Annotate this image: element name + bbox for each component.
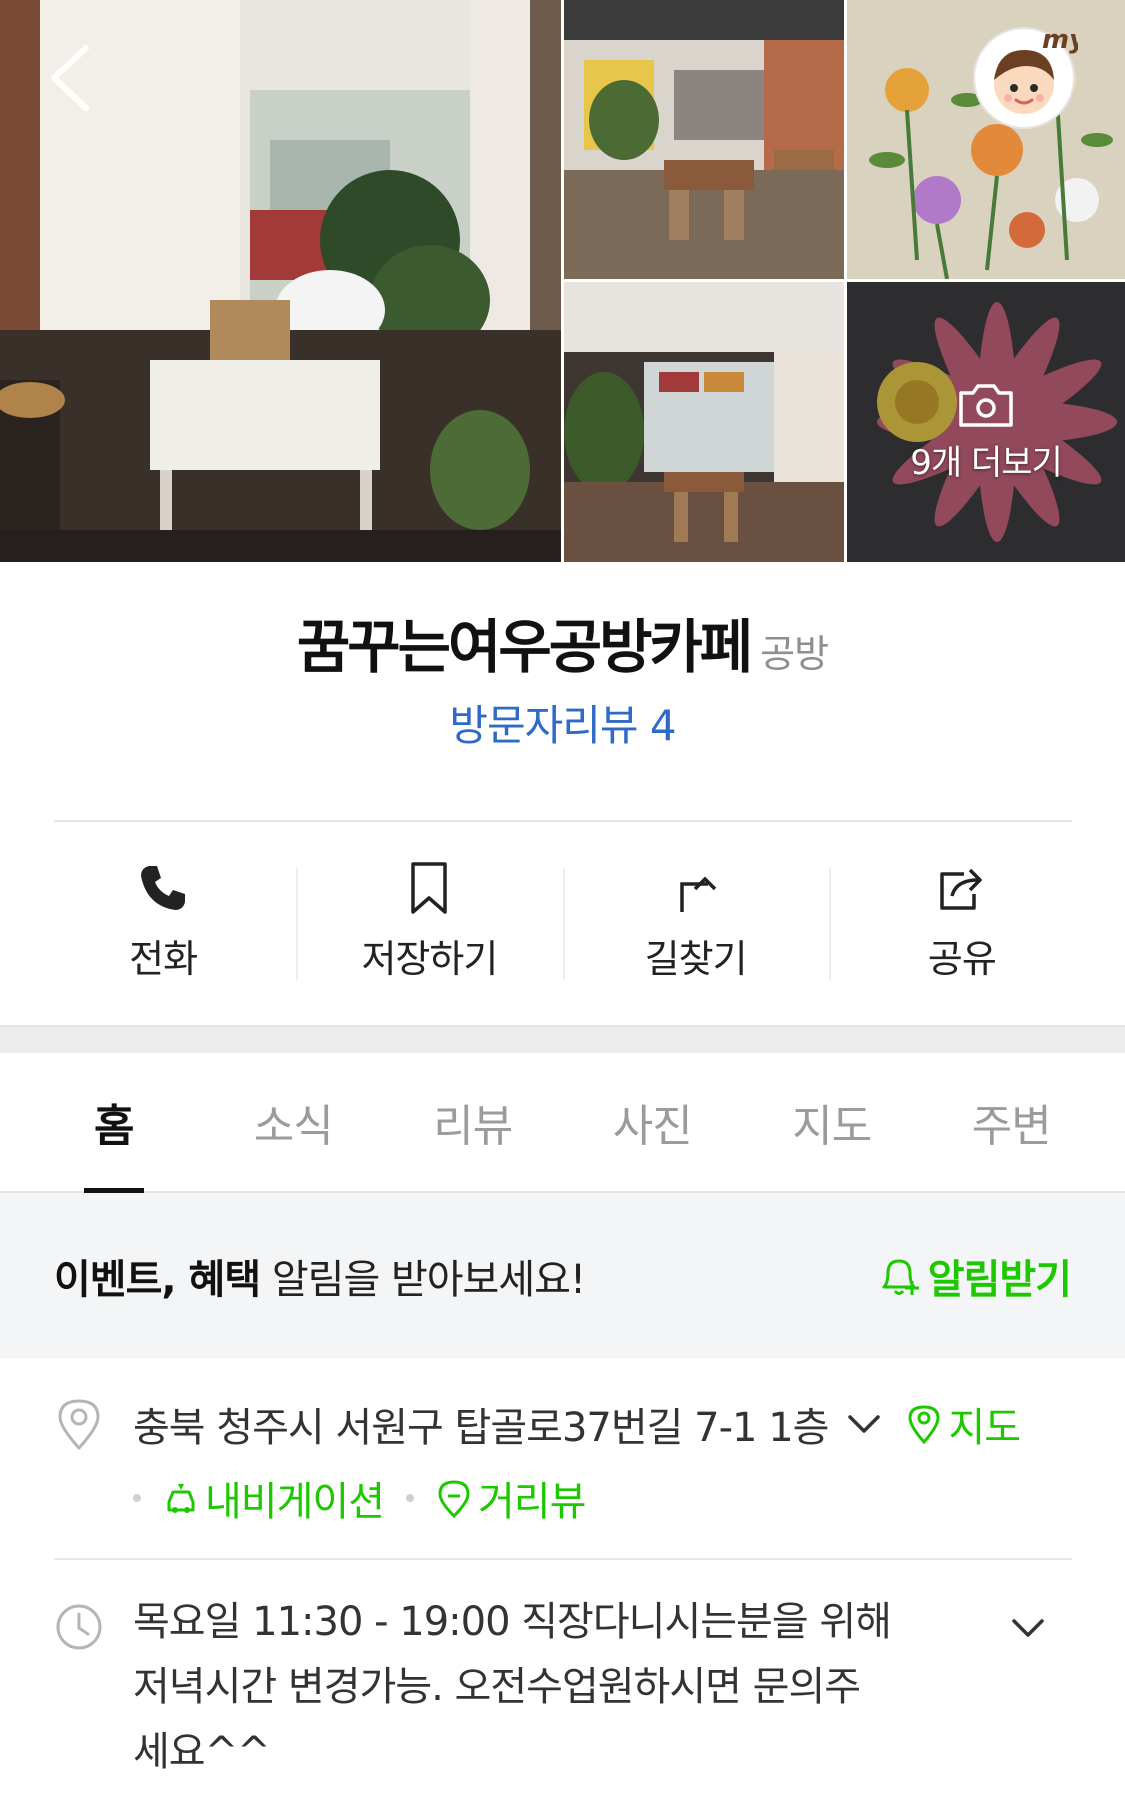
car-icon: [167, 1484, 195, 1513]
more-photos-button[interactable]: 9개 더보기: [847, 282, 1125, 562]
save-label: 저장하기: [361, 937, 498, 981]
section-separator: [0, 1025, 1125, 1053]
tab-nearby[interactable]: 주변: [922, 1053, 1102, 1191]
directions-button[interactable]: 길찾기: [562, 840, 829, 990]
call-button[interactable]: 전화: [30, 840, 296, 990]
tab-reviews[interactable]: 리뷰: [383, 1053, 563, 1191]
share-label: 공유: [927, 937, 997, 981]
my-badge-text: my: [1042, 25, 1078, 55]
place-category: 공방: [760, 632, 829, 676]
tab-news[interactable]: 소식: [204, 1053, 384, 1191]
page-title: 꿈꾸는여우공방카페: [296, 613, 753, 681]
action-bar: 전화 저장하기 길찾기 공유: [30, 840, 1095, 990]
streetview-label: 거리뷰: [478, 1479, 586, 1525]
share-button[interactable]: 공유: [828, 840, 1095, 990]
cafe-hall-photo[interactable]: [564, 282, 844, 562]
cafe-tables-photo[interactable]: [564, 0, 844, 279]
chevron-left-icon: [51, 45, 89, 111]
directions-icon: [679, 876, 716, 912]
camera-icon: [959, 383, 1013, 427]
address-text: 충북 청주시 서원구 탑골로37번길 7-1 1층: [133, 1405, 829, 1451]
visitor-review-link[interactable]: 방문자리뷰 4: [0, 692, 1125, 753]
bookmark-icon: [411, 862, 448, 914]
back-button[interactable]: [44, 40, 104, 112]
notification-bold: 이벤트, 혜택: [54, 1256, 261, 1303]
phone-icon: [141, 866, 186, 910]
navigation-link[interactable]: 내비게이션: [163, 1469, 385, 1527]
address-row: 충북 청주시 서원구 탑골로37번길 7-1 1층 지도 내비게이션 거리뷰: [54, 1395, 1072, 1560]
notification-rest: 알림을 받아보세요!: [260, 1256, 586, 1303]
directions-label: 길찾기: [644, 937, 748, 981]
my-profile-button[interactable]: my: [970, 22, 1087, 130]
location-pin-icon: [58, 1399, 100, 1450]
place-title-block: 꿈꾸는여우공방카페 공방: [0, 600, 1125, 684]
chevron-down-icon[interactable]: [844, 1404, 884, 1444]
navigation-label: 내비게이션: [205, 1479, 385, 1525]
map-link[interactable]: 지도: [906, 1395, 1021, 1453]
business-hours-text: 목요일 11:30 - 19:00 직장다니시는분을 위해 저녁시간 변경가능.…: [133, 1599, 892, 1775]
separator-dot: [406, 1494, 414, 1502]
map-pin-icon: [908, 1405, 940, 1444]
subscribe-alert-label: 알림받기: [927, 1256, 1072, 1303]
chevron-down-icon[interactable]: [1008, 1608, 1048, 1648]
streetview-link[interactable]: 거리뷰: [436, 1469, 586, 1527]
tab-bar: 홈 소식 리뷰 사진 지도 주변: [0, 1053, 1125, 1193]
avatar: my: [973, 25, 1087, 129]
tab-photos[interactable]: 사진: [563, 1053, 743, 1191]
bell-plus-icon: [882, 1259, 919, 1295]
tab-map[interactable]: 지도: [742, 1053, 922, 1191]
separator-dot: [133, 1494, 141, 1502]
save-button[interactable]: 저장하기: [296, 840, 562, 990]
streetview-icon: [438, 1480, 470, 1518]
notification-banner: 이벤트, 혜택 알림을 받아보세요! 알림받기: [0, 1193, 1125, 1358]
business-hours-row: 목요일 11:30 - 19:00 직장다니시는분을 위해 저녁시간 변경가능.…: [54, 1590, 1072, 1808]
divider: [54, 820, 1072, 822]
map-link-label: 지도: [948, 1405, 1021, 1451]
tab-home[interactable]: 홈: [24, 1053, 204, 1191]
clock-icon: [56, 1604, 102, 1650]
call-label: 전화: [129, 937, 198, 981]
more-photos-label: 9개 더보기: [910, 442, 1063, 483]
subscribe-alert-button[interactable]: 알림받기: [874, 1247, 1072, 1305]
notification-text: 이벤트, 혜택 알림을 받아보세요!: [54, 1247, 586, 1305]
share-icon: [940, 868, 982, 910]
